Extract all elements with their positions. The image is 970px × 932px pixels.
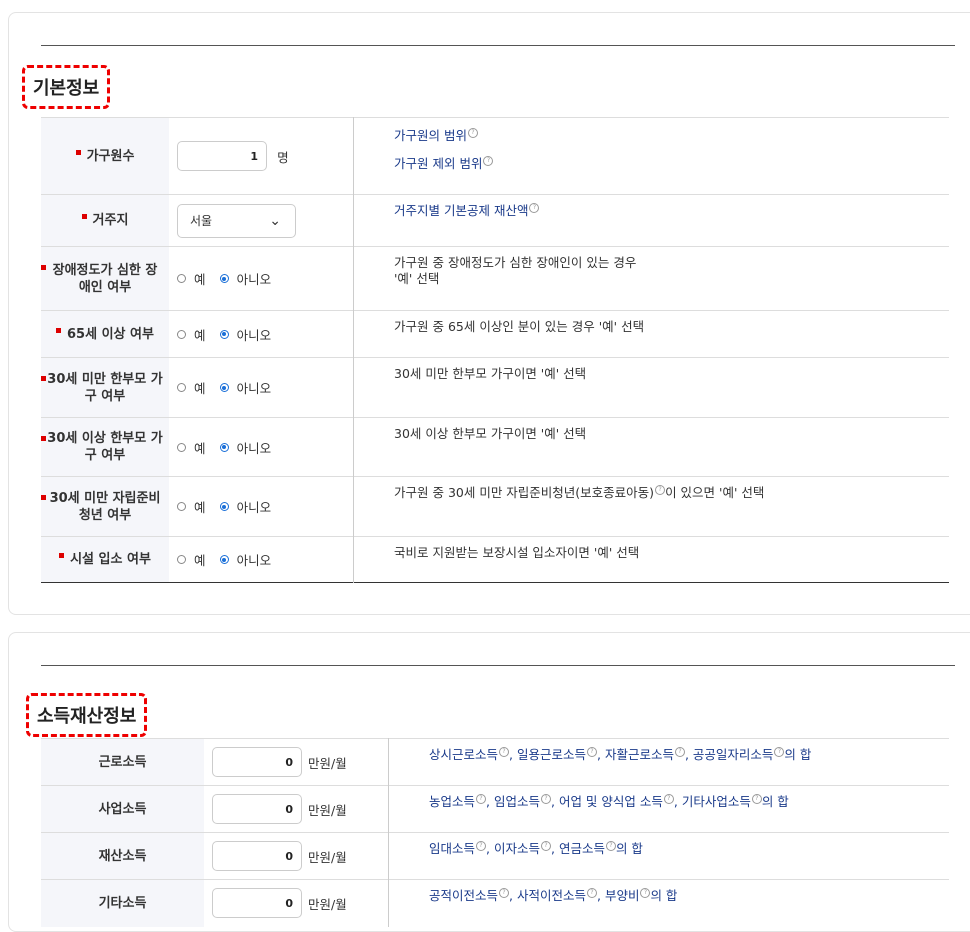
residence-cell: 서울 ⌄ xyxy=(169,194,354,247)
row-label: 거주지 xyxy=(41,194,169,247)
info-circle-icon[interactable]: ? xyxy=(476,841,487,851)
divider xyxy=(41,45,955,46)
info-circle-icon[interactable]: ? xyxy=(499,888,510,898)
row-label: 장애정도가 심한 장애인 여부 xyxy=(41,246,169,311)
table-row: 30세 미만 자립준비 청년 여부 예 아니오 가구원 중 30세 미만 자립준… xyxy=(41,476,949,537)
income-input-cell: 0 만원/월 xyxy=(204,785,389,833)
row-description: 가구원 중 65세 이상인 분이 있는 경우 '예' 선택 xyxy=(353,310,949,358)
youth-independence-link[interactable]: 가구원 중 30세 미만 자립준비청년(보호종료아동) xyxy=(394,485,654,500)
row-label: 65세 이상 여부 xyxy=(41,310,169,358)
row-label: 시설 입소 여부 xyxy=(41,536,169,583)
section-title-basic: 기본정보 xyxy=(22,65,111,109)
row-description: 상시근로소득?, 일용근로소득?, 자활근로소득?, 공공일자리소득? 의 합 xyxy=(388,738,949,786)
property-income-input[interactable]: 0 xyxy=(212,841,302,871)
section-title-income: 소득재산정보 xyxy=(26,693,148,737)
income-input-cell: 0 만원/월 xyxy=(204,879,389,927)
table-row: 30세 이상 한부모 가구 여부 예 아니오 30세 이상 한부모 가구이면 '… xyxy=(41,417,949,477)
table-row: 가구원수 1 명 가구원의 범위? 가구원 제외 범위? xyxy=(41,117,949,195)
other-income-input[interactable]: 0 xyxy=(212,888,302,919)
info-circle-icon[interactable]: ? xyxy=(586,747,597,757)
info-circle-icon[interactable]: ? xyxy=(605,841,616,851)
radio-group: 예 아니오 xyxy=(169,310,354,358)
info-circle-icon[interactable]: ? xyxy=(467,128,478,138)
divider xyxy=(41,665,955,666)
residence-select[interactable]: 서울 ⌄ xyxy=(177,203,296,238)
radio-group: 예 아니오 xyxy=(169,246,354,311)
radio-group: 예 아니오 xyxy=(169,476,354,537)
info-circle-icon[interactable]: ? xyxy=(483,156,494,166)
row-description: 공적이전소득?, 사적이전소득?, 부양비? 의 합 xyxy=(388,879,949,927)
row-label: 30세 미만 자립준비 청년 여부 xyxy=(41,476,169,537)
row-description: 농업소득?, 임업소득?, 어업 및 양식업 소득?, 기타사업소득? 의 합 xyxy=(388,785,949,833)
table-row: 장애정도가 심한 장애인 여부 예 아니오 가구원 중 장애정도가 심한 장애인… xyxy=(41,246,949,311)
radio-no[interactable] xyxy=(219,329,229,339)
radio-yes[interactable] xyxy=(177,442,186,452)
radio-no[interactable] xyxy=(219,442,229,452)
income-asset-card: 소득재산정보 근로소득 0 만원/월 상시근로소득?, 일용근로소득?, 자활근로… xyxy=(8,632,970,932)
unit-label: 명 xyxy=(277,149,289,165)
radio-no[interactable] xyxy=(219,274,229,283)
earned-income-input[interactable]: 0 xyxy=(212,747,302,777)
table-row: 사업소득 0 만원/월 농업소득?, 임업소득?, 어업 및 양식업 소득?, 기… xyxy=(41,785,949,833)
radio-group: 예 아니오 xyxy=(169,417,354,477)
income-table: 근로소득 0 만원/월 상시근로소득?, 일용근로소득?, 자활근로소득?, 공공… xyxy=(41,738,949,927)
row-label: 사업소득 xyxy=(41,785,204,833)
radio-yes[interactable] xyxy=(177,555,186,564)
row-description: 임대소득?, 이자소득?, 연금소득? 의 합 xyxy=(388,832,949,880)
radio-no[interactable] xyxy=(219,383,229,392)
row-label: 근로소득 xyxy=(41,738,204,786)
income-input-cell: 0 만원/월 xyxy=(204,738,389,786)
radio-yes[interactable] xyxy=(177,329,186,339)
table-row: 기타소득 0 만원/월 공적이전소득?, 사적이전소득?, 부양비? 의 합 xyxy=(41,879,949,927)
table-row: 시설 입소 여부 예 아니오 국비로 지원받는 보장시설 입소자이면 '예' 선… xyxy=(41,536,949,583)
row-description: 가구원 중 30세 미만 자립준비청년(보호종료아동)? 이 있으면 '예' 선택 xyxy=(353,476,949,537)
table-row: 근로소득 0 만원/월 상시근로소득?, 일용근로소득?, 자활근로소득?, 공공… xyxy=(41,738,949,786)
info-circle-icon[interactable]: ? xyxy=(663,794,674,804)
radio-no[interactable] xyxy=(219,502,229,511)
row-description: 국비로 지원받는 보장시설 입소자이면 '예' 선택 xyxy=(353,536,949,583)
household-count-cell: 1 명 xyxy=(169,117,354,195)
table-row: 30세 미만 한부모 가구 여부 예 아니오 30세 미만 한부모 가구이면 '… xyxy=(41,357,949,418)
radio-yes[interactable] xyxy=(177,274,186,283)
income-input-cell: 0 만원/월 xyxy=(204,832,389,880)
info-circle-icon[interactable]: ? xyxy=(540,794,551,804)
row-description: 가구원의 범위? 가구원 제외 범위? xyxy=(353,117,949,195)
row-description: 거주지별 기본공제 재산액? xyxy=(353,194,949,247)
chevron-down-icon: ⌄ xyxy=(269,212,281,229)
row-label: 재산소득 xyxy=(41,832,204,880)
radio-no[interactable] xyxy=(219,555,229,564)
radio-yes[interactable] xyxy=(177,502,186,511)
info-circle-icon[interactable]: ? xyxy=(540,841,551,851)
basic-info-card: 기본정보 가구원수 1 명 가구원의 범위? 가구원 제외 범위? 거주지 서울… xyxy=(8,12,970,615)
household-range-link[interactable]: 가구원의 범위 xyxy=(394,128,467,143)
table-row: 65세 이상 여부 예 아니오 가구원 중 65세 이상인 분이 있는 경우 '… xyxy=(41,310,949,358)
row-description: 30세 미만 한부모 가구이면 '예' 선택 xyxy=(353,357,949,418)
info-circle-icon[interactable]: ? xyxy=(586,888,597,898)
table-row: 재산소득 0 만원/월 임대소득?, 이자소득?, 연금소득? 의 합 xyxy=(41,832,949,880)
info-circle-icon[interactable]: ? xyxy=(655,485,666,495)
radio-yes[interactable] xyxy=(177,383,186,392)
row-label: 기타소득 xyxy=(41,879,204,927)
info-circle-icon[interactable]: ? xyxy=(774,747,785,757)
household-count-input[interactable]: 1 xyxy=(177,141,267,171)
row-description: 30세 이상 한부모 가구이면 '예' 선택 xyxy=(353,417,949,477)
info-circle-icon[interactable]: ? xyxy=(476,794,487,804)
radio-group: 예 아니오 xyxy=(169,536,354,583)
row-label: 30세 미만 한부모 가구 여부 xyxy=(41,357,169,418)
info-circle-icon[interactable]: ? xyxy=(640,888,651,898)
info-circle-icon[interactable]: ? xyxy=(529,203,540,213)
row-description: 가구원 중 장애정도가 심한 장애인이 있는 경우 '예' 선택 xyxy=(353,246,949,311)
household-exclusion-link[interactable]: 가구원 제외 범위 xyxy=(394,156,482,171)
radio-group: 예 아니오 xyxy=(169,357,354,418)
table-row: 거주지 서울 ⌄ 거주지별 기본공제 재산액? xyxy=(41,194,949,247)
business-income-input[interactable]: 0 xyxy=(212,794,302,824)
info-circle-icon[interactable]: ? xyxy=(674,747,685,757)
basic-info-table: 가구원수 1 명 가구원의 범위? 가구원 제외 범위? 거주지 서울 ⌄ 거주지… xyxy=(41,117,949,583)
residence-deduction-link[interactable]: 거주지별 기본공제 재산액 xyxy=(394,203,528,218)
row-label: 가구원수 xyxy=(41,117,169,195)
info-circle-icon[interactable]: ? xyxy=(499,747,510,757)
row-label: 30세 이상 한부모 가구 여부 xyxy=(41,417,169,477)
info-circle-icon[interactable]: ? xyxy=(751,794,762,804)
